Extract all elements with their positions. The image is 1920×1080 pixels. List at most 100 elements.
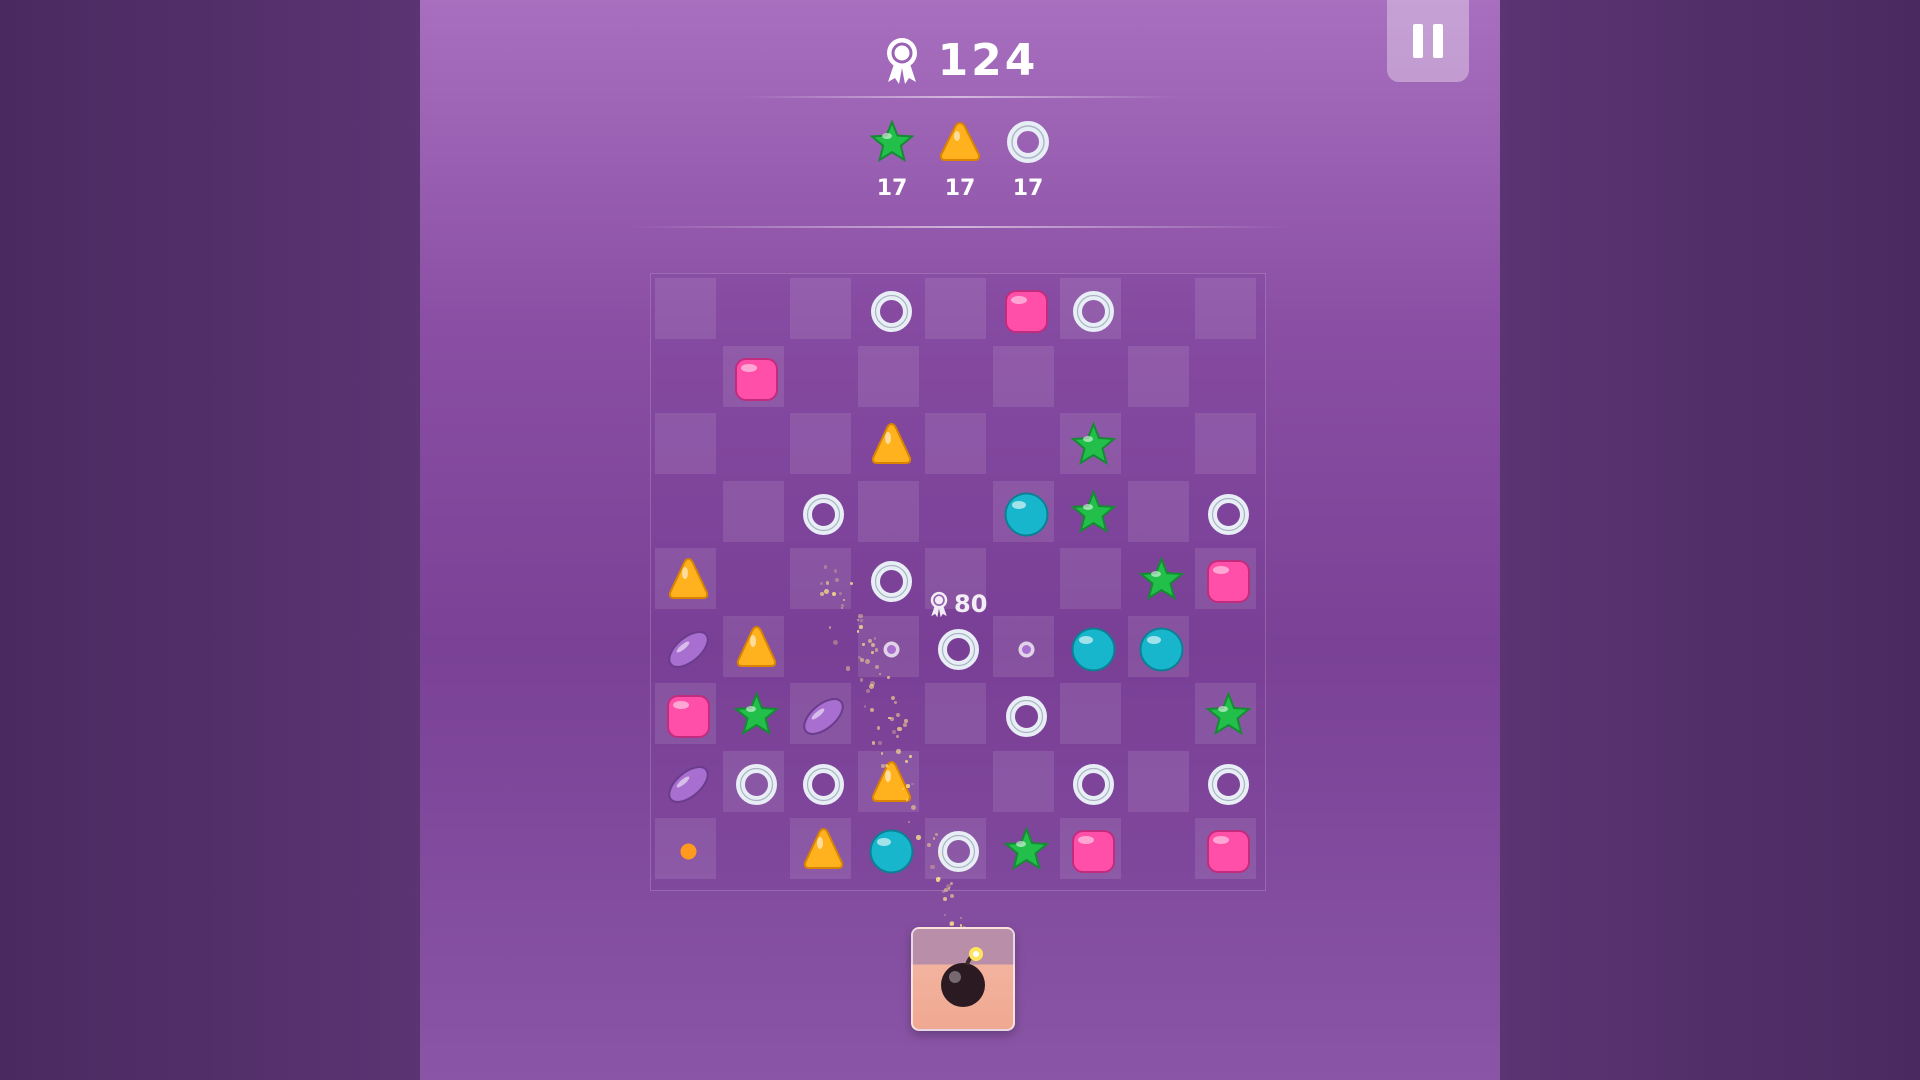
- board-cell[interactable]: [1195, 481, 1256, 542]
- board-cell[interactable]: [655, 548, 716, 609]
- board-cell[interactable]: [723, 683, 784, 744]
- board-cell[interactable]: [790, 346, 851, 407]
- board-cell[interactable]: [1060, 346, 1121, 407]
- spark-particle: [874, 637, 877, 640]
- board-cell[interactable]: [1195, 413, 1256, 474]
- triangle-piece: [736, 625, 776, 667]
- board-cell[interactable]: [1060, 818, 1121, 879]
- board-cell[interactable]: [655, 751, 716, 812]
- board-cell[interactable]: [1060, 616, 1121, 677]
- board-cell[interactable]: [925, 751, 986, 812]
- board-cell[interactable]: [790, 616, 851, 677]
- board-cell[interactable]: [858, 548, 919, 609]
- board-cell[interactable]: [722, 345, 784, 407]
- board-cell[interactable]: [655, 278, 716, 339]
- board-cell[interactable]: [1127, 750, 1189, 812]
- board-cell[interactable]: [925, 818, 986, 879]
- board-cell[interactable]: [1128, 818, 1189, 879]
- board-cell[interactable]: [1127, 480, 1189, 542]
- board-cell[interactable]: [1195, 548, 1256, 609]
- spark-particle: [930, 864, 935, 870]
- board-cell[interactable]: [1195, 683, 1256, 744]
- board-cell[interactable]: [723, 278, 784, 339]
- board-cell[interactable]: [722, 750, 784, 812]
- spark-particle: [887, 676, 890, 679]
- spark-particle: [863, 705, 867, 708]
- board-cell[interactable]: [857, 750, 919, 812]
- board-cell[interactable]: [790, 413, 851, 474]
- board-cell[interactable]: [1128, 278, 1189, 339]
- score-divider: [740, 96, 1180, 98]
- board-cell[interactable]: [1195, 818, 1256, 879]
- board-cell[interactable]: [1060, 481, 1121, 542]
- board-cell[interactable]: [1060, 413, 1121, 474]
- board-cell[interactable]: [723, 413, 784, 474]
- pause-icon: [1413, 24, 1423, 58]
- board-cell[interactable]: [790, 548, 851, 609]
- board-cell[interactable]: [1060, 751, 1121, 812]
- board-cell[interactable]: [790, 278, 851, 339]
- spark-particle: [891, 730, 896, 735]
- board-cell[interactable]: [655, 481, 716, 542]
- board-cell[interactable]: [655, 413, 716, 474]
- board-cell[interactable]: [925, 278, 986, 339]
- board-cell[interactable]: [722, 615, 784, 677]
- spark-particle: [823, 565, 828, 569]
- spark-particle: [959, 916, 962, 920]
- board-cell[interactable]: [790, 818, 851, 879]
- board-cell[interactable]: [1128, 548, 1189, 609]
- triangle-piece: [668, 557, 709, 599]
- pause-button[interactable]: [1387, 0, 1469, 82]
- board-cell[interactable]: [858, 413, 919, 474]
- board-cell[interactable]: [722, 480, 784, 542]
- board-cell[interactable]: [925, 346, 986, 407]
- board-cell[interactable]: [1060, 278, 1121, 339]
- board-cell[interactable]: [857, 480, 919, 542]
- board-cell[interactable]: [790, 751, 851, 812]
- board-cell[interactable]: [1128, 413, 1189, 474]
- board-cell[interactable]: [1128, 683, 1189, 744]
- spark-particle: [859, 678, 864, 682]
- board-cell[interactable]: [993, 818, 1054, 879]
- game-board[interactable]: [650, 273, 1266, 891]
- board-cell[interactable]: [790, 683, 851, 744]
- square-piece: [1207, 560, 1250, 603]
- board-cell[interactable]: [992, 615, 1054, 677]
- board-cell[interactable]: [993, 548, 1054, 609]
- board-cell[interactable]: [723, 818, 784, 879]
- spark-particle: [832, 591, 837, 596]
- board-cell[interactable]: [992, 750, 1054, 812]
- board-cell[interactable]: [655, 818, 716, 879]
- board-cell[interactable]: [857, 615, 919, 677]
- board-cell[interactable]: [925, 481, 986, 542]
- board-cell[interactable]: [655, 683, 716, 744]
- board-cell[interactable]: [992, 345, 1054, 407]
- board-cell[interactable]: [993, 683, 1054, 744]
- ring-piece: [1208, 493, 1249, 535]
- board-cell[interactable]: [857, 345, 919, 407]
- bomb-launcher[interactable]: [911, 927, 1015, 1031]
- board-cell[interactable]: [1195, 278, 1256, 339]
- board-cell[interactable]: [1127, 345, 1189, 407]
- board-cell[interactable]: [1195, 616, 1256, 677]
- board-cell[interactable]: [655, 616, 716, 677]
- board-cell[interactable]: [925, 683, 986, 744]
- board-cell[interactable]: [1127, 615, 1189, 677]
- ball-piece: [1004, 492, 1048, 536]
- board-cell[interactable]: [925, 616, 986, 677]
- board-cell[interactable]: [790, 481, 851, 542]
- board-cell[interactable]: [1060, 683, 1121, 744]
- board-cell[interactable]: [1195, 751, 1256, 812]
- board-cell[interactable]: [1060, 548, 1121, 609]
- board-cell[interactable]: [1195, 346, 1256, 407]
- board-cell[interactable]: [992, 480, 1054, 542]
- board-cell[interactable]: [993, 413, 1054, 474]
- board-cell[interactable]: [723, 548, 784, 609]
- spark-particle: [890, 717, 894, 721]
- board-cell[interactable]: [858, 818, 919, 879]
- board-cell[interactable]: [655, 346, 716, 407]
- points-popup: 80: [928, 590, 987, 618]
- board-cell[interactable]: [925, 413, 986, 474]
- board-cell[interactable]: [993, 278, 1054, 339]
- board-cell[interactable]: [858, 278, 919, 339]
